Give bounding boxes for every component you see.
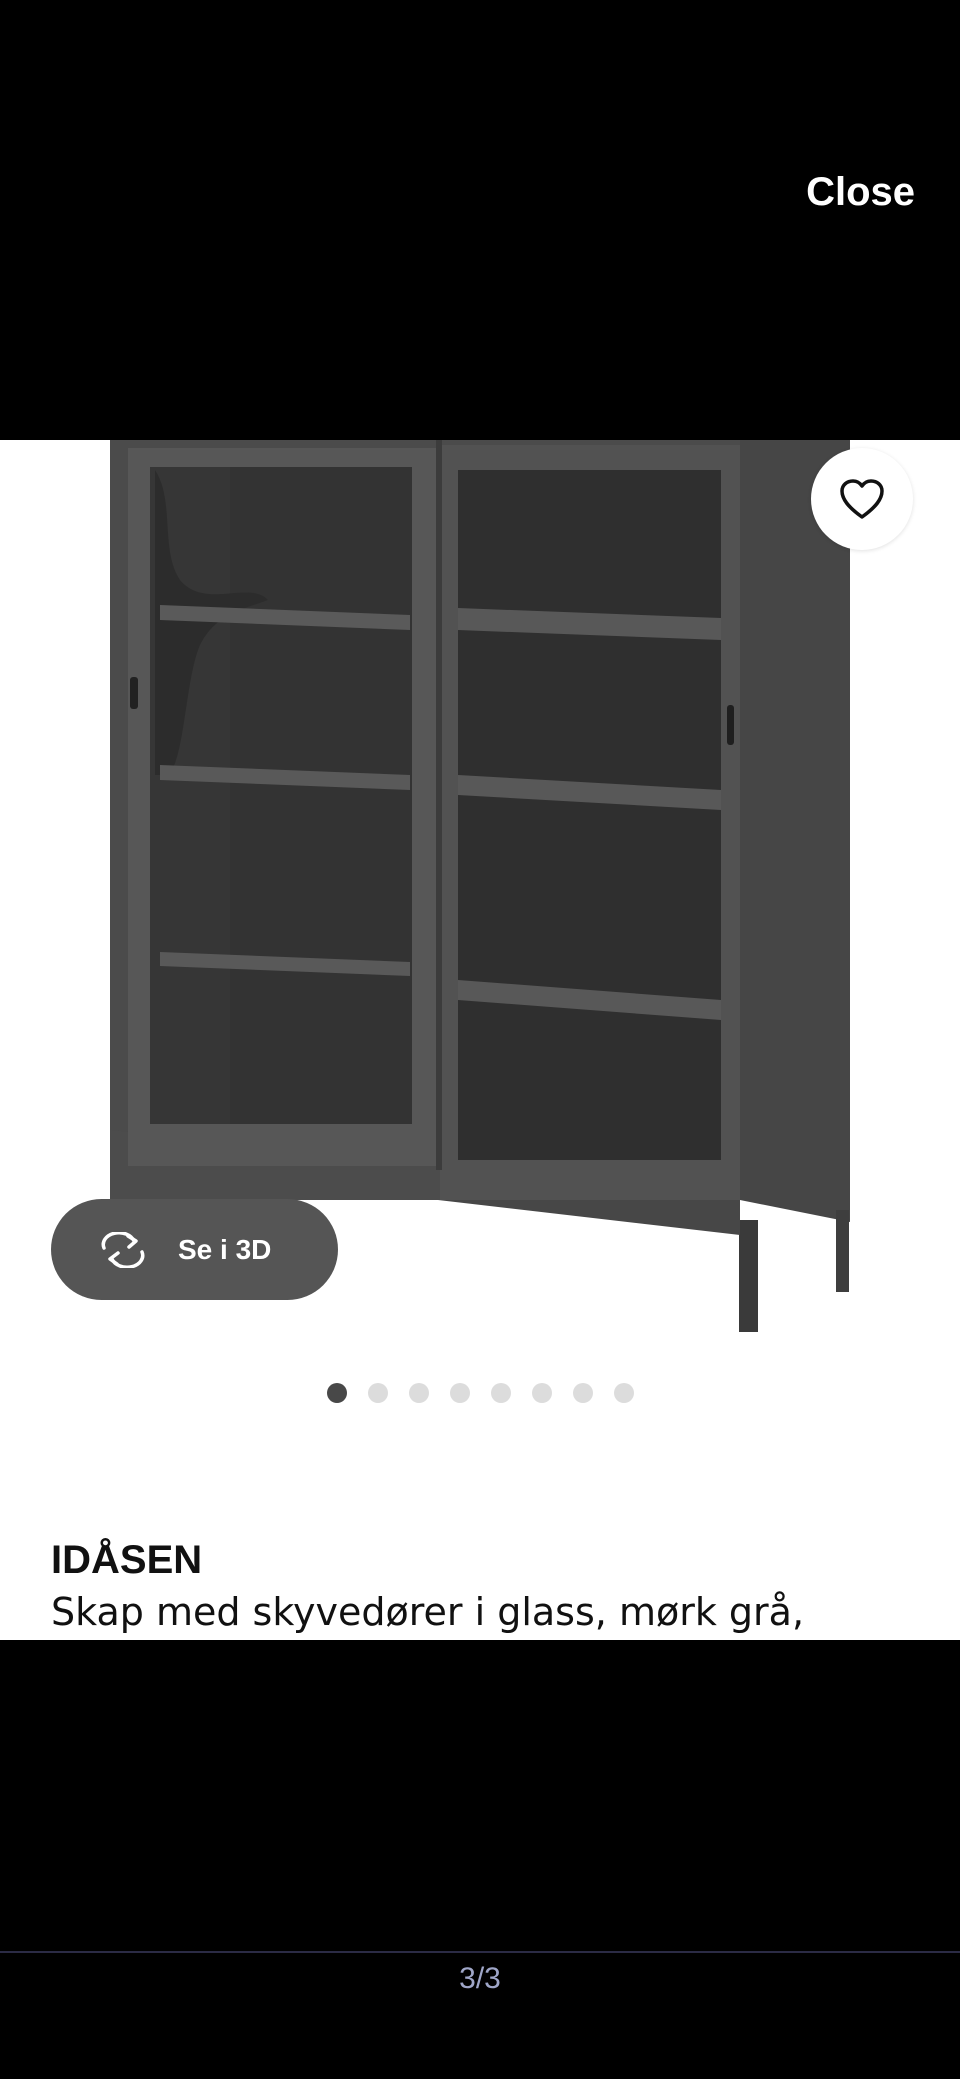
carousel-dot[interactable] [367,1383,388,1403]
product-name: IDÅSEN [51,1538,203,1582]
divider [0,1951,960,1953]
carousel-dot[interactable] [326,1383,347,1403]
carousel-dots [0,1383,960,1403]
product-description: Skap med skyvedører i glass, mørk grå, [51,1590,805,1634]
view-3d-label: Se i 3D [178,1233,272,1265]
view-3d-button[interactable]: Se i 3D [51,1199,338,1300]
carousel-dot[interactable] [408,1383,429,1403]
page-counter: 3/3 [459,1962,501,1995]
image-viewer: Close Se i 3D IDÅSEN Skap med skyvedører… [0,0,960,2079]
carousel-dot[interactable] [449,1383,470,1403]
carousel-dot[interactable] [531,1383,552,1403]
close-button[interactable]: Close [806,170,915,215]
carousel-dot[interactable] [572,1383,593,1403]
favorite-button[interactable] [811,448,913,550]
product-card: Se i 3D IDÅSEN Skap med skyvedører i gla… [0,440,960,1640]
rotate-3d-icon [101,1231,145,1268]
heart-icon [840,479,884,519]
carousel-dot[interactable] [490,1383,511,1403]
carousel-dot[interactable] [613,1383,634,1403]
